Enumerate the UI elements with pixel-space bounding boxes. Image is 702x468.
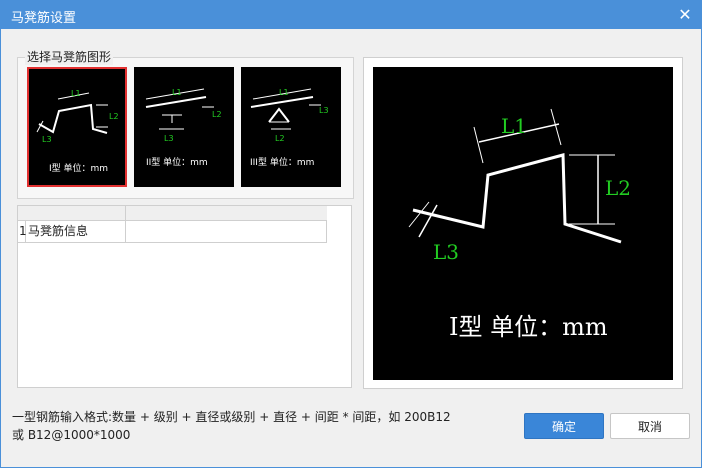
shape-type-1-l2: L2	[109, 112, 119, 121]
row-name: 马凳筋信息	[26, 221, 126, 242]
window-title: 马凳筋设置	[11, 11, 77, 26]
row-value-input[interactable]	[126, 221, 327, 242]
property-grid: 1 马凳筋信息	[17, 205, 352, 388]
shape-type-3-l3: L3	[319, 106, 329, 115]
shape-type-3-drawing: L1 L3 L2 III型 单位：mm	[250, 88, 329, 168]
shape-thumb-type-1[interactable]: L1 L2 L3 I型 单位：mm	[27, 67, 127, 187]
preview-drawing: L1 L2 L3 I型 单位：mm	[408, 108, 631, 341]
shape-type-3-caption: III型 单位：mm	[250, 156, 314, 168]
shape-thumb-type-3[interactable]: L1 L3 L2 III型 单位：mm	[241, 67, 341, 187]
grid-header-name	[26, 206, 126, 221]
close-icon[interactable]: ✕	[675, 5, 695, 25]
shape-type-2-l2: L2	[212, 110, 222, 119]
shape-preview: L1 L2 L3 I型 单位：mm	[373, 67, 673, 380]
grid-header-value	[126, 206, 327, 221]
shape-type-1-l1: L1	[71, 89, 81, 98]
preview-caption: I型 单位：mm	[449, 313, 608, 341]
format-help-line-2: 或 B12@1000*1000	[12, 428, 131, 442]
format-help-line-1: 一型钢筋输入格式:数量 + 级别 + 直径或级别 + 直径 + 间距 * 间距，…	[12, 410, 451, 424]
preview-l2: L2	[605, 176, 631, 200]
title-bar[interactable]: 马凳筋设置 ✕	[1, 1, 701, 29]
shape-type-1-drawing: L1 L2 L3 I型 单位：mm	[36, 89, 119, 174]
shape-type-2-drawing: L1 L2 L3 II型 单位：mm	[145, 88, 222, 168]
shape-type-3-l2: L2	[275, 134, 285, 143]
grid-row-header-corner	[18, 206, 26, 221]
shape-type-2-caption: II型 单位：mm	[146, 156, 208, 168]
format-help-text: 一型钢筋输入格式:数量 + 级别 + 直径或级别 + 直径 + 间距 * 间距，…	[12, 408, 502, 444]
shape-type-1-caption: I型 单位：mm	[49, 162, 108, 174]
shape-type-1-l3: L3	[42, 135, 52, 144]
preview-l3: L3	[433, 240, 459, 264]
row-index: 1	[18, 221, 27, 242]
preview-l1: L1	[501, 114, 527, 138]
shape-type-3-l1: L1	[279, 88, 289, 97]
ok-button[interactable]: 确定	[524, 413, 604, 439]
shape-type-2-l1: L1	[172, 88, 182, 97]
shape-selection-label: 选择马凳筋图形	[25, 48, 114, 65]
cancel-button[interactable]: 取消	[610, 413, 690, 439]
shape-type-2-l3: L3	[164, 134, 174, 143]
shape-thumb-type-2[interactable]: L1 L2 L3 II型 单位：mm	[134, 67, 234, 187]
table-row[interactable]: 1 马凳筋信息	[18, 221, 327, 243]
